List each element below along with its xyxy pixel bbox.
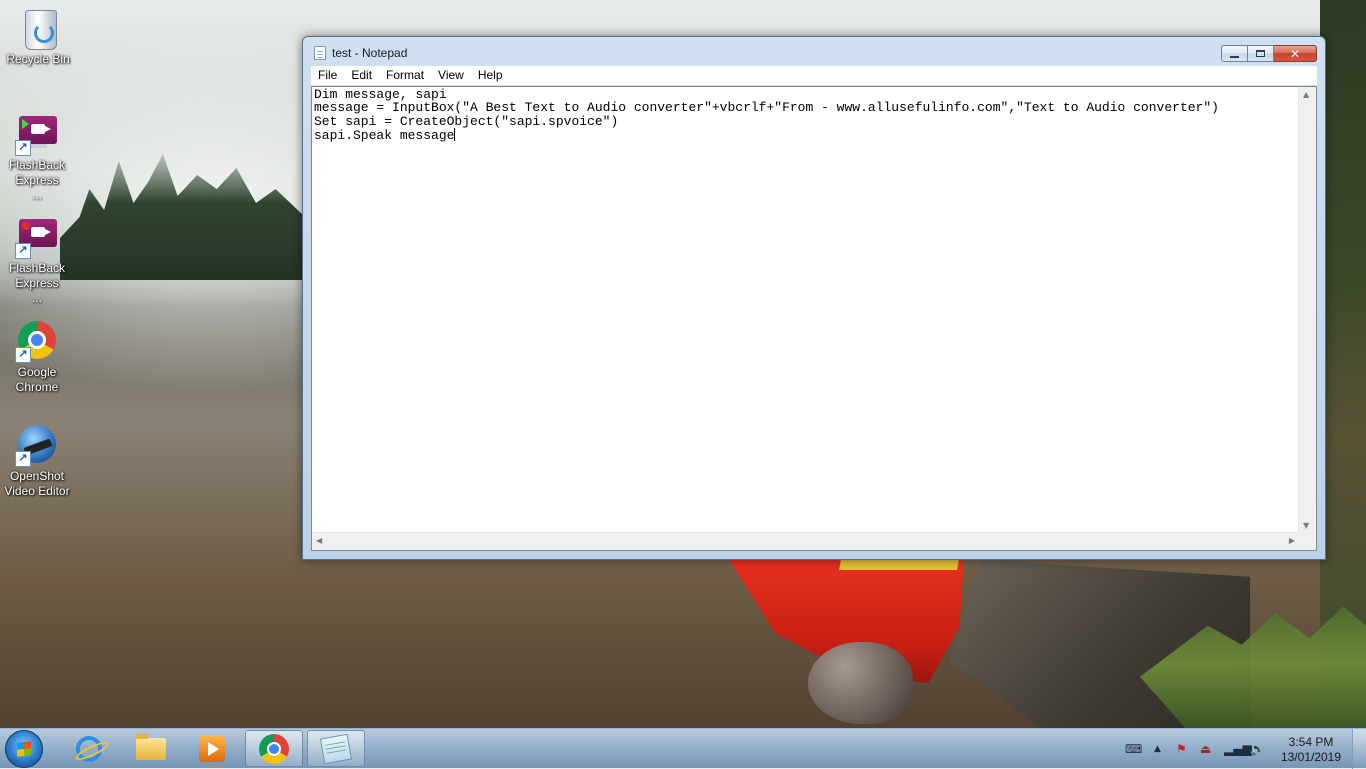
menu-file[interactable]: File <box>311 66 344 85</box>
horizontal-scrollbar[interactable]: ◀ ▶ <box>312 532 1299 550</box>
flashback-player-icon: ↗ <box>15 112 59 156</box>
scroll-up-icon[interactable]: ▲ <box>1303 90 1309 99</box>
volume-icon[interactable]: 🔈 <box>1250 742 1265 756</box>
taskbar-chrome[interactable] <box>245 730 303 767</box>
windows-logo-icon <box>17 741 31 757</box>
clock-date: 13/01/2019 <box>1280 750 1342 764</box>
menu-help[interactable]: Help <box>471 66 510 85</box>
close-icon: ✕ <box>1289 46 1301 61</box>
desktop-icon-recycle-bin[interactable]: Recycle Bin <box>1 6 75 67</box>
clock-time: 3:54 PM <box>1288 735 1334 749</box>
shortcut-arrow-icon: ↗ <box>15 347 31 363</box>
system-clock[interactable]: 3:54 PM 13/01/2019 <box>1276 735 1346 765</box>
wallpaper-trees <box>60 154 305 280</box>
start-button[interactable] <box>5 730 43 768</box>
file-explorer-icon <box>136 733 166 760</box>
scroll-right-icon[interactable]: ▶ <box>1289 536 1295 545</box>
minimize-button[interactable] <box>1221 45 1248 62</box>
window-title: test - Notepad <box>332 46 408 60</box>
wallpaper-boulder <box>808 642 913 724</box>
vertical-scrollbar[interactable]: ▲ ▼ <box>1298 87 1316 533</box>
network-icon[interactable]: ▂▄▆ <box>1224 742 1252 756</box>
taskbar: ⌨ ▲ ⚑ ⏏ ▂▄▆ 🔈 3:54 PM 13/01/2019 <box>0 728 1366 769</box>
desktop-icon-label: FlashBack Express ... <box>9 261 66 305</box>
notepad-window[interactable]: test - Notepad ✕ File Edit Format View H… <box>302 36 1326 560</box>
desktop-icon-openshot[interactable]: ↗ OpenShot Video Editor <box>0 423 74 499</box>
menu-format[interactable]: Format <box>379 66 431 85</box>
shortcut-arrow-icon: ↗ <box>15 451 31 467</box>
scroll-down-icon[interactable]: ▼ <box>1303 521 1309 530</box>
desktop-icon-label: Google Chrome <box>15 365 59 394</box>
text-line-with-caret: sapi.Speak message <box>314 127 1298 143</box>
chrome-icon <box>259 733 289 764</box>
menu-view[interactable]: View <box>431 66 471 85</box>
scroll-left-icon[interactable]: ◀ <box>316 536 322 545</box>
flashback-recorder-icon: ↗ <box>15 215 59 259</box>
show-hidden-icons-icon[interactable]: ▲ <box>1154 744 1161 754</box>
notepad-icon <box>319 733 353 764</box>
maximize-icon <box>1256 50 1265 57</box>
caption-buttons: ✕ <box>1221 45 1317 63</box>
desktop-icon-flashback-player[interactable]: ↗ FlashBack Express ... <box>0 112 74 203</box>
text-line: message = InputBox("A Best Text to Audio… <box>314 100 1219 116</box>
close-button[interactable]: ✕ <box>1274 45 1317 62</box>
recycle-bin-icon <box>16 6 60 50</box>
chrome-icon: ↗ <box>15 319 59 363</box>
desktop-icon-google-chrome[interactable]: ↗ Google Chrome <box>0 319 74 395</box>
safely-remove-icon[interactable]: ⏏ <box>1200 742 1211 756</box>
action-center-icon[interactable]: ⚑ <box>1176 742 1187 756</box>
keyboard-icon[interactable]: ⌨ <box>1125 742 1142 756</box>
text-editor[interactable]: Dim message, sapi message = InputBox("A B… <box>311 86 1317 551</box>
scrollbar-corner <box>1299 533 1316 550</box>
media-player-icon <box>199 735 225 762</box>
taskbar-internet-explorer[interactable] <box>60 730 118 767</box>
minimize-icon <box>1230 55 1239 58</box>
shortcut-arrow-icon: ↗ <box>15 243 31 259</box>
title-bar[interactable]: test - Notepad ✕ <box>303 37 1325 67</box>
notepad-icon[interactable] <box>314 46 326 60</box>
show-desktop-button[interactable] <box>1352 729 1366 769</box>
desktop-icon-label: Recycle Bin <box>6 52 70 66</box>
text-line: Dim message, sapi <box>314 88 447 102</box>
text-line: Set sapi = CreateObject("sapi.spvoice") <box>314 113 619 129</box>
shortcut-arrow-icon: ↗ <box>15 140 31 156</box>
taskbar-media-player[interactable] <box>183 730 241 767</box>
menu-edit[interactable]: Edit <box>344 66 379 85</box>
text-line: sapi.Speak message <box>314 127 455 143</box>
editor-text[interactable]: Dim message, sapi message = InputBox("A B… <box>314 88 1298 533</box>
desktop-icon-label: FlashBack Express ... <box>9 158 66 202</box>
openshot-icon: ↗ <box>15 423 59 467</box>
maximize-button[interactable] <box>1248 45 1274 62</box>
desktop-icon-flashback-recorder[interactable]: ↗ FlashBack Express ... <box>0 215 74 306</box>
desktop-icon-label: OpenShot Video Editor <box>4 469 70 498</box>
taskbar-notepad[interactable] <box>307 730 365 767</box>
menu-bar: File Edit Format View Help <box>311 66 1317 85</box>
internet-explorer-icon <box>76 735 102 762</box>
taskbar-file-explorer[interactable] <box>122 730 180 767</box>
text-caret <box>454 127 456 141</box>
wallpaper-canoe-rim <box>839 560 959 570</box>
